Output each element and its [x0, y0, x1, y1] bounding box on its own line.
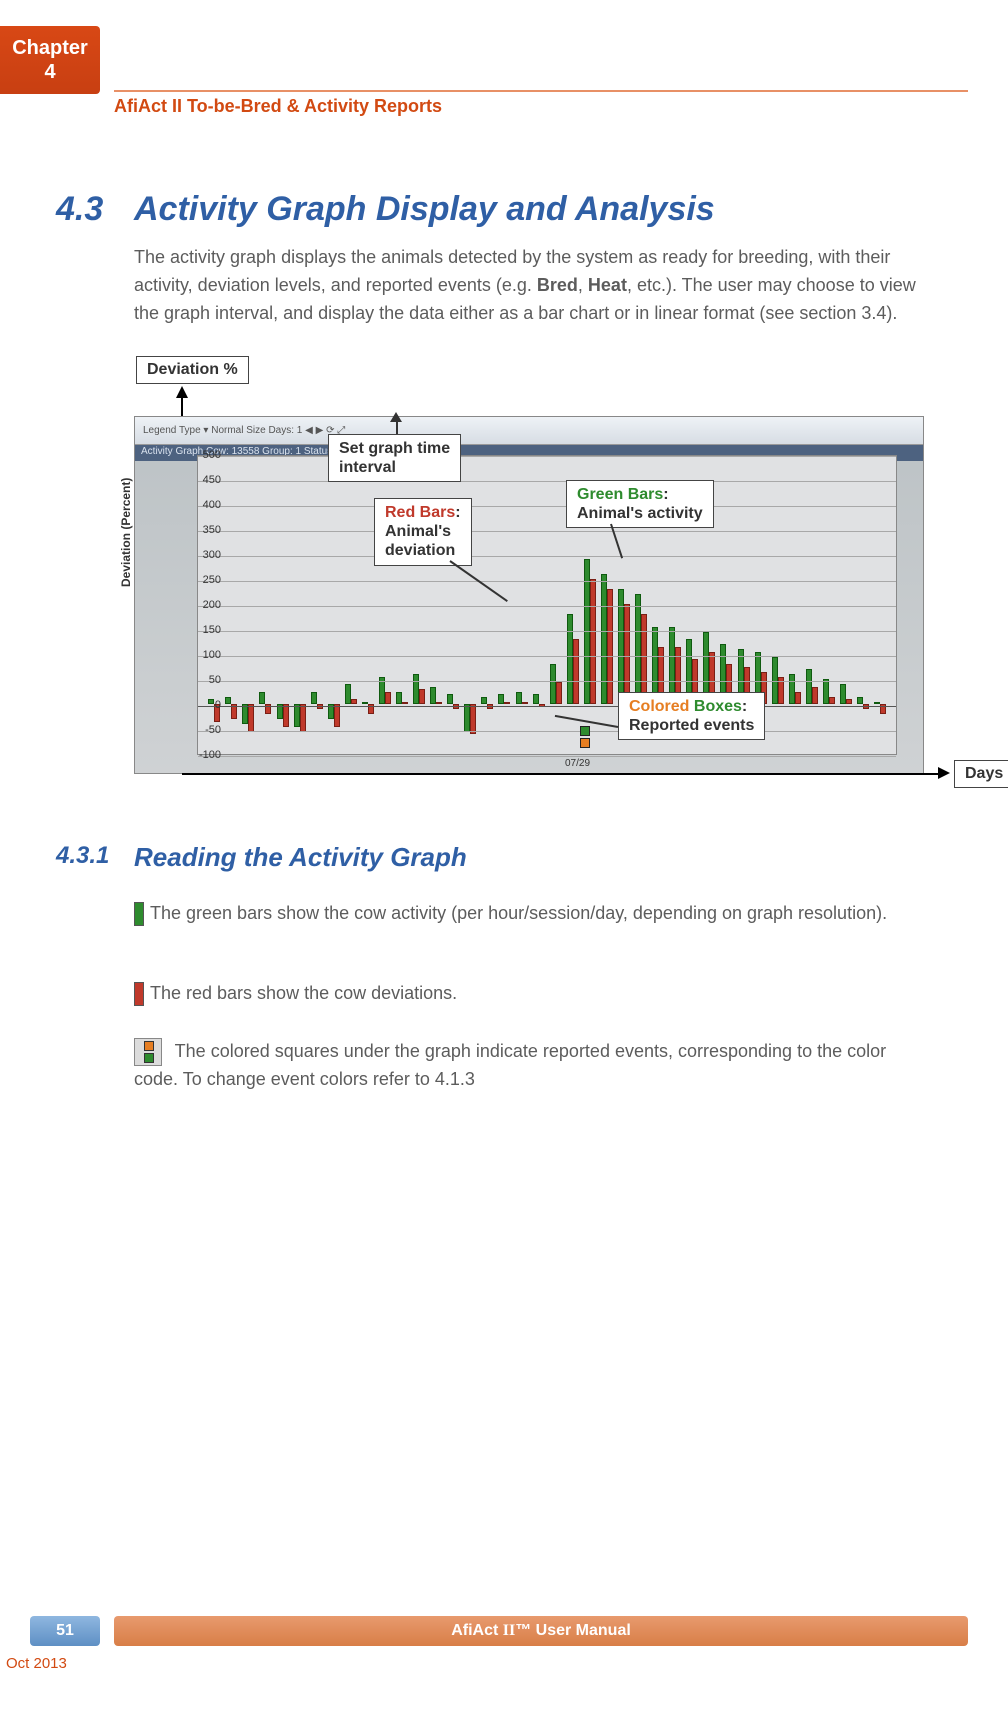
subsection-number: 4.3.1	[56, 842, 109, 870]
xaxis-callout: Days	[954, 760, 1008, 788]
green-bar-icon	[134, 902, 144, 926]
section-title: Activity Graph Display and Analysis	[134, 190, 715, 229]
chapter-tab: Chapter 4	[0, 26, 100, 94]
page-number: 51	[30, 1616, 100, 1646]
ytick: 400	[203, 499, 221, 511]
xaxis-line	[182, 773, 938, 775]
chart-toolbar[interactable]: Legend Type ▾ Normal Size Days: 1 ◀ ▶ ⟳ …	[135, 417, 923, 445]
ytick: 450	[203, 474, 221, 486]
page: Chapter 4 AfiAct II To-be-Bred & Activit…	[0, 0, 1008, 1722]
callout-green-bars: Green Bars: Animal's activity	[566, 480, 714, 528]
xaxis-arrow-icon	[938, 767, 950, 779]
footer-manual-title: AfiAct II™ User Manual	[114, 1616, 968, 1646]
ytick: 150	[203, 624, 221, 636]
callout-colored-boxes: Colored Boxes: Reported events	[618, 692, 765, 740]
bullet-events: The colored squares under the graph indi…	[134, 1038, 928, 1094]
yaxis-arrow-icon	[176, 386, 188, 398]
ytick: -100	[199, 749, 221, 761]
event-square	[580, 738, 590, 748]
ytick: 300	[203, 549, 221, 561]
callout-set-interval: Set graph time interval	[328, 434, 461, 482]
breadcrumb: AfiAct II To-be-Bred & Activity Reports	[114, 96, 442, 117]
xtick: 07/29	[565, 758, 590, 769]
chart-panel: Legend Type ▾ Normal Size Days: 1 ◀ ▶ ⟳ …	[134, 416, 924, 774]
ytick: 0	[215, 699, 221, 711]
event-square	[580, 726, 590, 736]
ytick: -50	[205, 724, 221, 736]
footer-date: Oct 2013	[0, 1655, 67, 1672]
callout-arrow-icon	[390, 412, 402, 422]
bullet-green: The green bars show the cow activity (pe…	[134, 900, 928, 928]
bullet-red: The red bars show the cow deviations.	[134, 980, 928, 1008]
callout-line	[396, 420, 398, 434]
callout-red-bars: Red Bars: Animal's deviation	[374, 498, 472, 566]
ytick: 200	[203, 599, 221, 611]
header-rule	[114, 90, 968, 92]
section-number: 4.3	[56, 190, 103, 229]
yaxis-label: Deviation (Percent)	[119, 478, 133, 587]
yaxis-callout: Deviation %	[136, 356, 249, 384]
plot-area	[197, 455, 897, 755]
ytick: 500	[203, 449, 221, 461]
ytick: 350	[203, 524, 221, 536]
event-squares-icon	[134, 1038, 162, 1066]
chapter-label: Chapter	[0, 36, 100, 60]
red-bar-icon	[134, 982, 144, 1006]
section-intro: The activity graph displays the animals …	[134, 244, 928, 328]
activity-graph-figure: Deviation % Legend Type ▾ Normal Size Da…	[134, 360, 954, 810]
ytick: 250	[203, 574, 221, 586]
ytick: 50	[209, 674, 221, 686]
subsection-title: Reading the Activity Graph	[134, 842, 467, 873]
ytick: 100	[203, 649, 221, 661]
bars-layer	[198, 456, 896, 754]
chapter-number: 4	[0, 60, 100, 84]
